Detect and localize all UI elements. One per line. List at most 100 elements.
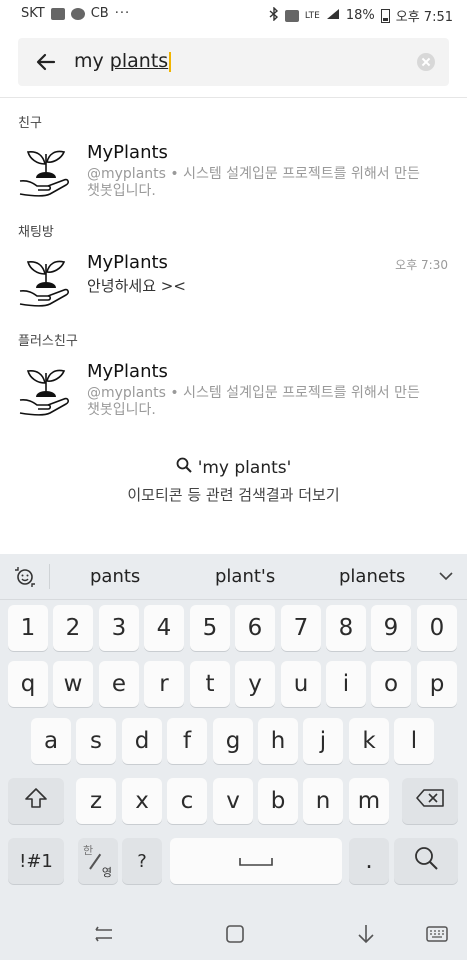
key-p[interactable]: p <box>417 661 457 707</box>
key-m[interactable]: m <box>349 778 389 824</box>
key-6[interactable]: 6 <box>235 605 275 651</box>
plant-avatar-icon <box>18 361 74 417</box>
language-toggle-key[interactable]: 한 영 <box>78 838 118 884</box>
key-c[interactable]: c <box>167 778 207 824</box>
navigation-bar <box>0 905 467 960</box>
cb-label: CB <box>90 6 109 21</box>
key-5[interactable]: 5 <box>190 605 230 651</box>
gallery-notification-icon <box>50 7 65 20</box>
space-icon <box>238 848 274 874</box>
key-t[interactable]: t <box>190 661 230 707</box>
key-k[interactable]: k <box>349 718 389 764</box>
question-key[interactable]: ? <box>122 838 162 884</box>
more-search-results[interactable]: 'my plants' 이모티콘 등 관련 검색결과 더보기 <box>0 457 467 505</box>
key-j[interactable]: j <box>303 718 343 764</box>
plus-friend-description: @myplants • 시스템 설계입문 프로젝트를 위해서 만든 챗봇입니다. <box>87 385 420 418</box>
key-q[interactable]: q <box>8 661 48 707</box>
chatroom-result[interactable]: MyPlants 안녕하세요 >< 오후 7:30 <box>18 250 448 310</box>
search-key[interactable] <box>394 838 458 884</box>
magnifier-icon <box>176 457 192 478</box>
clear-circle-icon[interactable] <box>417 53 435 71</box>
status-right: LTE 18% 오후 7:51 <box>269 5 453 25</box>
key-e[interactable]: e <box>99 661 139 707</box>
key-z[interactable]: z <box>76 778 116 824</box>
hide-keyboard-icon[interactable] <box>354 922 378 946</box>
volte-icon <box>284 9 299 22</box>
battery-icon <box>380 8 390 23</box>
key-9[interactable]: 9 <box>371 605 411 651</box>
plus-friend-name: MyPlants <box>87 361 168 382</box>
plus-friend-result[interactable]: MyPlants @myplants • 시스템 설계입문 프로젝트를 위해서 … <box>18 359 448 419</box>
section-label-plus-friends: 플러스친구 <box>18 334 78 349</box>
period-key[interactable]: . <box>349 838 389 884</box>
keyboard-switch-icon[interactable] <box>425 922 449 946</box>
key-u[interactable]: u <box>281 661 321 707</box>
key-n[interactable]: n <box>303 778 343 824</box>
suggestion-bar: pants plant's planets <box>0 554 467 600</box>
keyboard: pants plant's planets 1 2 3 4 5 6 7 8 9 … <box>0 554 467 905</box>
search-input[interactable]: my plants <box>74 50 172 72</box>
status-left: SKT CB ··· <box>21 6 130 21</box>
more-search-query-row[interactable]: 'my plants' <box>176 457 291 478</box>
suggestion-3[interactable]: planets <box>339 566 405 587</box>
plant-avatar-icon <box>18 252 74 308</box>
friend-name: MyPlants <box>87 142 168 163</box>
carrier-label: SKT <box>21 6 45 21</box>
suggestion-1[interactable]: pants <box>90 566 140 587</box>
key-a[interactable]: a <box>31 718 71 764</box>
space-key[interactable] <box>170 838 342 884</box>
key-i[interactable]: i <box>326 661 366 707</box>
symbols-key[interactable]: !#1 <box>8 838 64 884</box>
shift-key[interactable] <box>8 778 64 824</box>
key-r[interactable]: r <box>144 661 184 707</box>
status-bar: SKT CB ··· LTE 18% 오후 7:51 <box>0 0 467 28</box>
more-notifications-icon: ··· <box>114 6 131 21</box>
backspace-icon <box>415 788 445 814</box>
key-0[interactable]: 0 <box>417 605 457 651</box>
key-8[interactable]: 8 <box>326 605 366 651</box>
more-search-subtitle[interactable]: 이모티콘 등 관련 검색결과 더보기 <box>0 484 467 505</box>
key-1[interactable]: 1 <box>8 605 48 651</box>
key-4[interactable]: 4 <box>144 605 184 651</box>
key-y[interactable]: y <box>235 661 275 707</box>
key-o[interactable]: o <box>371 661 411 707</box>
search-bar[interactable]: my plants <box>18 38 449 86</box>
divider <box>0 97 467 98</box>
chatroom-last-message: 안녕하세요 >< <box>87 277 186 295</box>
key-l[interactable]: l <box>394 718 434 764</box>
key-3[interactable]: 3 <box>99 605 139 651</box>
suggestion-2[interactable]: plant's <box>215 566 275 587</box>
key-x[interactable]: x <box>122 778 162 824</box>
arrow-left-icon[interactable] <box>34 50 58 74</box>
key-w[interactable]: w <box>53 661 93 707</box>
home-icon[interactable] <box>223 922 247 946</box>
key-s[interactable]: s <box>76 718 116 764</box>
chatroom-time: 오후 7:30 <box>395 258 448 272</box>
lte-label: LTE <box>304 10 320 21</box>
key-7[interactable]: 7 <box>281 605 321 651</box>
search-query-prefix: my <box>74 50 110 72</box>
key-h[interactable]: h <box>258 718 298 764</box>
emoji-sync-icon[interactable] <box>13 566 37 588</box>
key-b[interactable]: b <box>258 778 298 824</box>
shift-arrow-icon <box>24 787 48 815</box>
signal-icon <box>326 8 340 24</box>
key-f[interactable]: f <box>167 718 207 764</box>
key-2[interactable]: 2 <box>53 605 93 651</box>
key-d[interactable]: d <box>122 718 162 764</box>
plant-avatar-icon <box>18 142 74 198</box>
key-v[interactable]: v <box>213 778 253 824</box>
bluetooth-icon <box>269 5 279 25</box>
battery-percent: 18% <box>345 8 375 23</box>
section-label-friends: 친구 <box>18 116 42 131</box>
friend-description: @myplants • 시스템 설계입문 프로젝트를 위해서 만든 챗봇입니다. <box>87 166 420 199</box>
section-label-chatrooms: 채팅방 <box>18 225 54 240</box>
text-caret <box>169 51 172 72</box>
friend-result[interactable]: MyPlants @myplants • 시스템 설계입문 프로젝트를 위해서 … <box>18 140 448 200</box>
recent-apps-icon[interactable] <box>92 922 116 946</box>
chevron-down-icon[interactable] <box>439 568 453 582</box>
lang-bottom-label: 영 <box>101 866 112 879</box>
backspace-key[interactable] <box>402 778 458 824</box>
suggestion-separator <box>49 564 50 589</box>
key-g[interactable]: g <box>213 718 253 764</box>
